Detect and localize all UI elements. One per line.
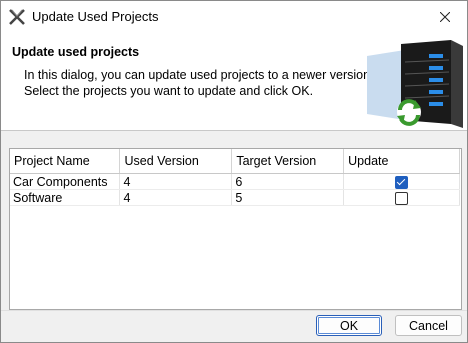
cancel-button[interactable]: Cancel (395, 315, 462, 336)
cell-project-name: Car Components (10, 173, 121, 190)
cell-target-version[interactable]: 5 (231, 189, 345, 206)
app-logo-icon (9, 9, 25, 25)
header-title: Update used projects (12, 45, 140, 59)
header-description-line-1: In this dialog, you can update used proj… (24, 68, 374, 82)
cell-target-version[interactable]: 6 (231, 173, 345, 190)
cell-project-name: Software (10, 189, 121, 206)
projects-table-panel: Project Name Used Version Target Version… (9, 148, 462, 310)
table-header-row: Project Name Used Version Target Version… (10, 149, 460, 174)
title-bar[interactable]: Update Used Projects (1, 1, 467, 32)
table-row[interactable]: Software 4 5 (10, 189, 460, 206)
table-row[interactable]: Car Components 4 6 (10, 173, 460, 190)
header-description: In this dialog, you can update used proj… (24, 67, 374, 99)
update-checkbox[interactable] (395, 175, 409, 189)
update-used-projects-dialog: Update Used Projects Update used project… (0, 0, 468, 343)
footer-divider (1, 310, 467, 311)
window-title: Update Used Projects (32, 9, 159, 24)
cell-update (343, 189, 460, 206)
column-header-project-name[interactable]: Project Name (10, 149, 121, 174)
cell-used-version: 4 (119, 189, 233, 206)
column-header-update[interactable]: Update (343, 149, 460, 174)
cell-update (343, 173, 460, 190)
header-description-line-2: Select the projects you want to update a… (24, 84, 314, 98)
server-update-icon (367, 40, 463, 128)
close-button[interactable] (423, 1, 467, 32)
projects-table: Project Name Used Version Target Version… (10, 149, 460, 206)
close-icon (440, 11, 450, 22)
dialog-header: Update used projects In this dialog, you… (1, 32, 467, 131)
column-header-target-version[interactable]: Target Version (231, 149, 345, 174)
ok-button[interactable]: OK (316, 315, 382, 336)
column-header-used-version[interactable]: Used Version (119, 149, 233, 174)
cell-used-version: 4 (119, 173, 233, 190)
update-checkbox[interactable] (395, 191, 409, 205)
